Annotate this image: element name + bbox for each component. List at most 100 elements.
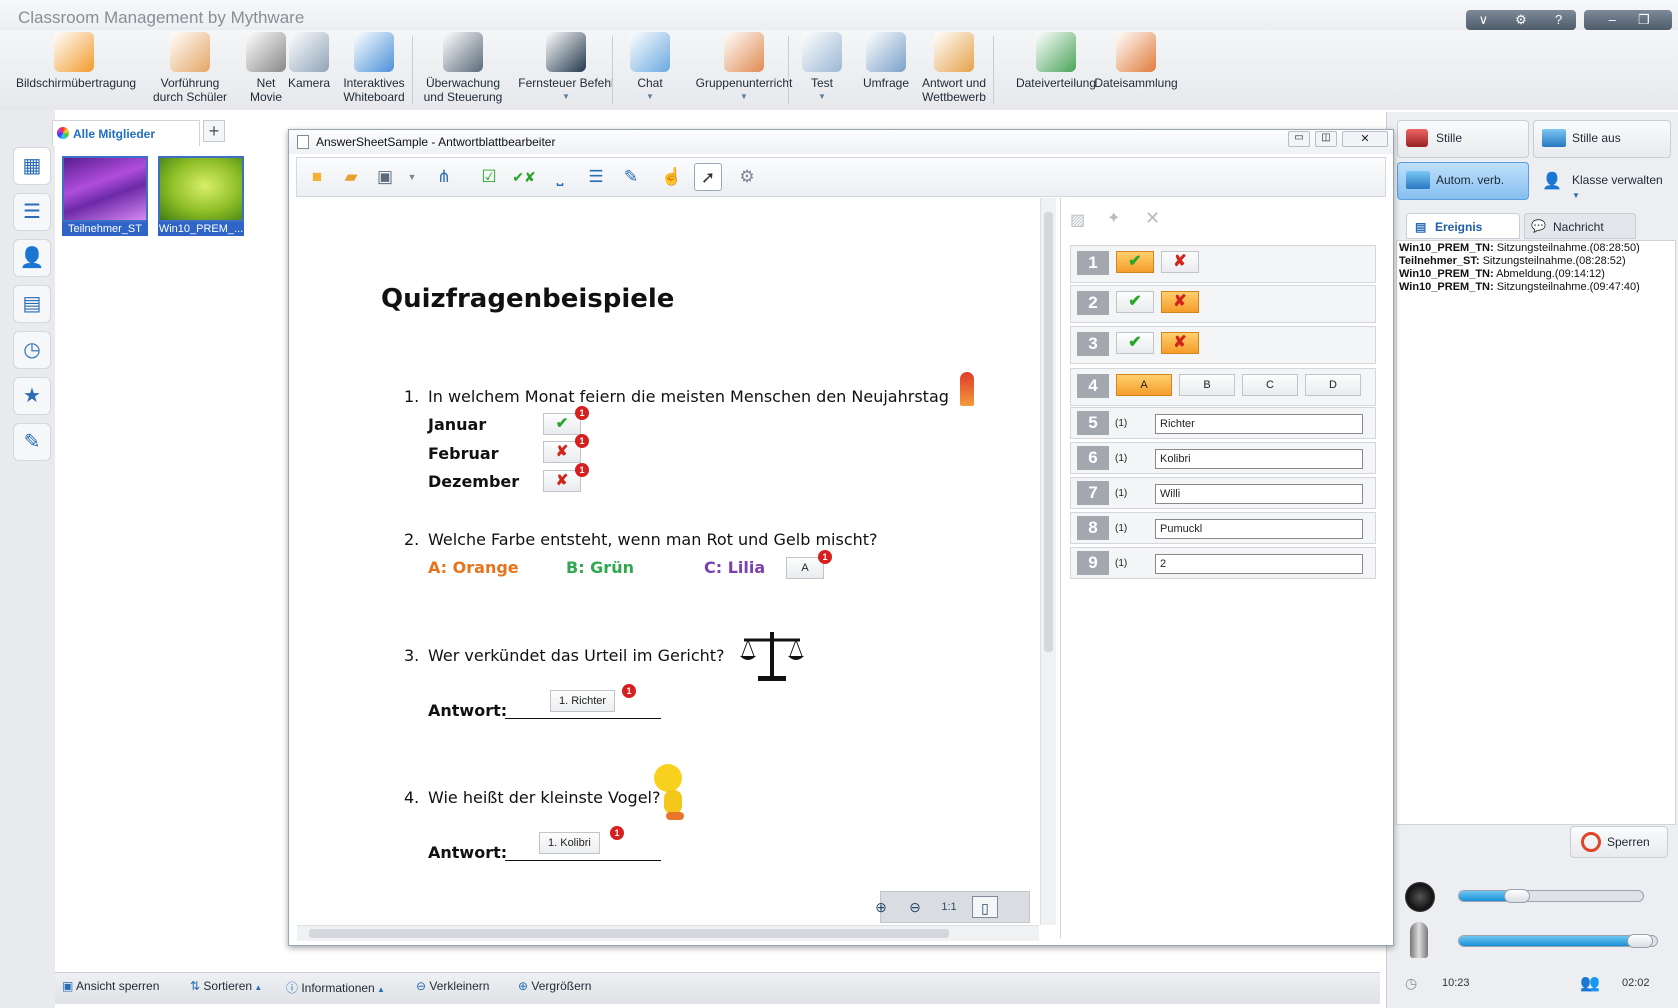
manage-class-button[interactable]: 👤 Klasse verwalten ▼: [1533, 162, 1671, 200]
speaker-volume-knob[interactable]: [1504, 889, 1530, 903]
fill-answer-input[interactable]: Willi: [1155, 484, 1363, 504]
tab-event[interactable]: ▤ Ereignis: [1406, 213, 1520, 239]
thumbnail-view-icon[interactable]: ▦: [13, 147, 51, 185]
true-option-button[interactable]: ✔: [1116, 332, 1154, 354]
add-group-button[interactable]: +: [203, 120, 225, 142]
true-option-button[interactable]: ✔: [1116, 291, 1154, 313]
answer-key-row: 5 (1) Richter: [1070, 407, 1376, 439]
auto-connect-button[interactable]: Autom. verb.: [1397, 162, 1529, 200]
pointer-icon[interactable]: ➚: [694, 163, 722, 191]
check-cross-icon[interactable]: ✔✘: [510, 163, 538, 191]
settings-icon[interactable]: ⚙: [733, 163, 761, 191]
toolbar-button-chat-bubbles[interactable]: Chat ▼: [630, 32, 670, 104]
speaker-volume-slider[interactable]: [1458, 890, 1644, 902]
document-icon[interactable]: ▤: [13, 285, 51, 323]
fill-answer-input[interactable]: 2: [1155, 554, 1363, 574]
editor-close-button[interactable]: ✕: [1342, 131, 1388, 147]
choice-option-button[interactable]: A: [1116, 374, 1172, 396]
false-option-button[interactable]: ✘: [1161, 291, 1199, 313]
tab-all-members[interactable]: Alle Mitglieder: [52, 120, 200, 146]
answer-key-row: 2 ✔ ✘: [1070, 285, 1376, 323]
choice-option-button[interactable]: B: [1179, 374, 1235, 396]
toolbar-button-webcam[interactable]: Kamera: [284, 32, 334, 90]
hand-icon[interactable]: ☝: [658, 163, 686, 191]
toolbar-divider: [993, 36, 994, 104]
tab-message[interactable]: 💬 Nachricht: [1524, 213, 1636, 239]
choice-option-button[interactable]: C: [1242, 374, 1298, 396]
mic-volume-knob[interactable]: [1627, 934, 1653, 948]
user-remove-icon[interactable]: 👤: [13, 239, 51, 277]
fill-answer-input[interactable]: Pumuckl: [1155, 519, 1363, 539]
gear-icon[interactable]: ⚙: [1504, 10, 1538, 30]
fill-answer-box[interactable]: 1. Kolibri: [539, 832, 600, 854]
toolbar-button-file-send[interactable]: Dateiverteilung: [1004, 32, 1108, 90]
pin-icon[interactable]: ✦: [1107, 208, 1129, 227]
zoom-out-icon[interactable]: ⊖: [902, 896, 928, 918]
silence-button[interactable]: Stille: [1397, 120, 1529, 158]
lock-screen-button[interactable]: Sperren: [1570, 826, 1668, 858]
answer-key-number: 3: [1077, 332, 1109, 356]
delete-icon[interactable]: ✕: [1145, 208, 1167, 228]
student-thumb[interactable]: Win10_PREM_...: [158, 156, 244, 238]
toolbar-button-test-clock[interactable]: Test ▼: [802, 32, 842, 104]
fill-answer-input[interactable]: Kolibri: [1155, 449, 1363, 469]
toolbar-button-star-user[interactable]: Antwort und Wettbewerb: [916, 32, 992, 104]
dropdown-arrow-icon[interactable]: ▼: [630, 90, 670, 104]
edit-icon[interactable]: ✎: [13, 423, 51, 461]
scroll-thumb[interactable]: [309, 929, 949, 938]
fit-page-icon[interactable]: ▯: [972, 896, 998, 918]
share-icon[interactable]: ⋔: [430, 163, 458, 191]
minimize-button[interactable]: –: [1598, 10, 1626, 30]
document-horizontal-scrollbar[interactable]: [297, 925, 1039, 941]
enlarge-button[interactable]: ⊕ Vergrößern: [518, 979, 591, 993]
toolbar-button-command-prompt[interactable]: Fernsteuer Befehl ▼: [514, 32, 618, 104]
student-screen-preview: [158, 156, 244, 222]
false-option-button[interactable]: ✘: [1161, 332, 1199, 354]
user-star-icon[interactable]: ★: [13, 377, 51, 415]
lock-view-button[interactable]: ▣ Ansicht sperren: [62, 979, 159, 993]
zoom-in-icon[interactable]: ⊕: [868, 896, 894, 918]
pen-icon[interactable]: ✎: [617, 163, 645, 191]
toolbar-button-survey-bars[interactable]: Umfrage: [856, 32, 916, 90]
dropdown-arrow-icon[interactable]: ▼: [514, 90, 618, 104]
restore-button[interactable]: ❐: [1630, 10, 1658, 30]
new-icon[interactable]: ■: [303, 163, 331, 191]
toolbar-button-file-collect[interactable]: Dateisammlung: [1094, 32, 1178, 90]
true-option-button[interactable]: ✔: [1116, 251, 1154, 273]
student-thumb[interactable]: Teilnehmer_ST: [62, 156, 148, 238]
answer-key-row: 3 ✔ ✘: [1070, 326, 1376, 364]
edit-answer-icon[interactable]: ▨: [1070, 210, 1092, 229]
toolbar-button-label: Fernsteuer Befehl: [518, 76, 614, 90]
dropdown-arrow-icon[interactable]: ▼: [802, 90, 842, 104]
choice-option-button[interactable]: D: [1305, 374, 1361, 396]
silence-off-button[interactable]: Stille aus: [1533, 120, 1671, 158]
shrink-button[interactable]: ⊖ Verkleinern: [416, 979, 489, 993]
film-reel-icon: [246, 32, 286, 72]
document-vertical-scrollbar[interactable]: [1040, 198, 1056, 925]
schedule-icon[interactable]: ◷: [13, 331, 51, 369]
toolbar-button-whiteboard[interactable]: Interaktives Whiteboard: [336, 32, 412, 104]
save-dropdown-icon[interactable]: ▼: [398, 163, 426, 191]
info-button[interactable]: ⓘ Informationen ▲: [286, 979, 385, 996]
collapse-icon[interactable]: ∨: [1466, 10, 1500, 30]
sort-button[interactable]: ⇅ Sortieren ▲: [190, 979, 262, 993]
false-option-button[interactable]: ✘: [1161, 251, 1199, 273]
open-folder-icon[interactable]: ▰: [337, 163, 365, 191]
users-icon: 👥: [1580, 975, 1600, 992]
save-icon[interactable]: ▣: [371, 163, 399, 191]
blank-line-icon[interactable]: ⎵: [546, 163, 574, 191]
fill-answer-box[interactable]: 1. Richter: [550, 690, 616, 712]
editor-maximize-button[interactable]: ◫: [1315, 131, 1337, 147]
help-icon[interactable]: ?: [1542, 10, 1576, 30]
list-view-icon[interactable]: ☰: [13, 193, 51, 231]
toolbar-button-screen-broadcast[interactable]: Bildschirmübertragung: [16, 32, 136, 90]
true-false-icon[interactable]: ☑: [475, 163, 503, 191]
toolbar-button-label: Überwachung und Steuerung: [423, 76, 503, 104]
toolbar-button-student-demo[interactable]: Vorführung durch Schüler: [148, 32, 232, 104]
scroll-thumb[interactable]: [1044, 212, 1053, 652]
actual-size-icon[interactable]: 1:1: [936, 896, 962, 918]
essay-lines-icon[interactable]: ☰: [582, 163, 610, 191]
fill-answer-input[interactable]: Richter: [1155, 414, 1363, 434]
toolbar-button-monitor-control[interactable]: Überwachung und Steuerung: [420, 32, 506, 104]
editor-minimize-button[interactable]: ▭: [1288, 131, 1310, 147]
